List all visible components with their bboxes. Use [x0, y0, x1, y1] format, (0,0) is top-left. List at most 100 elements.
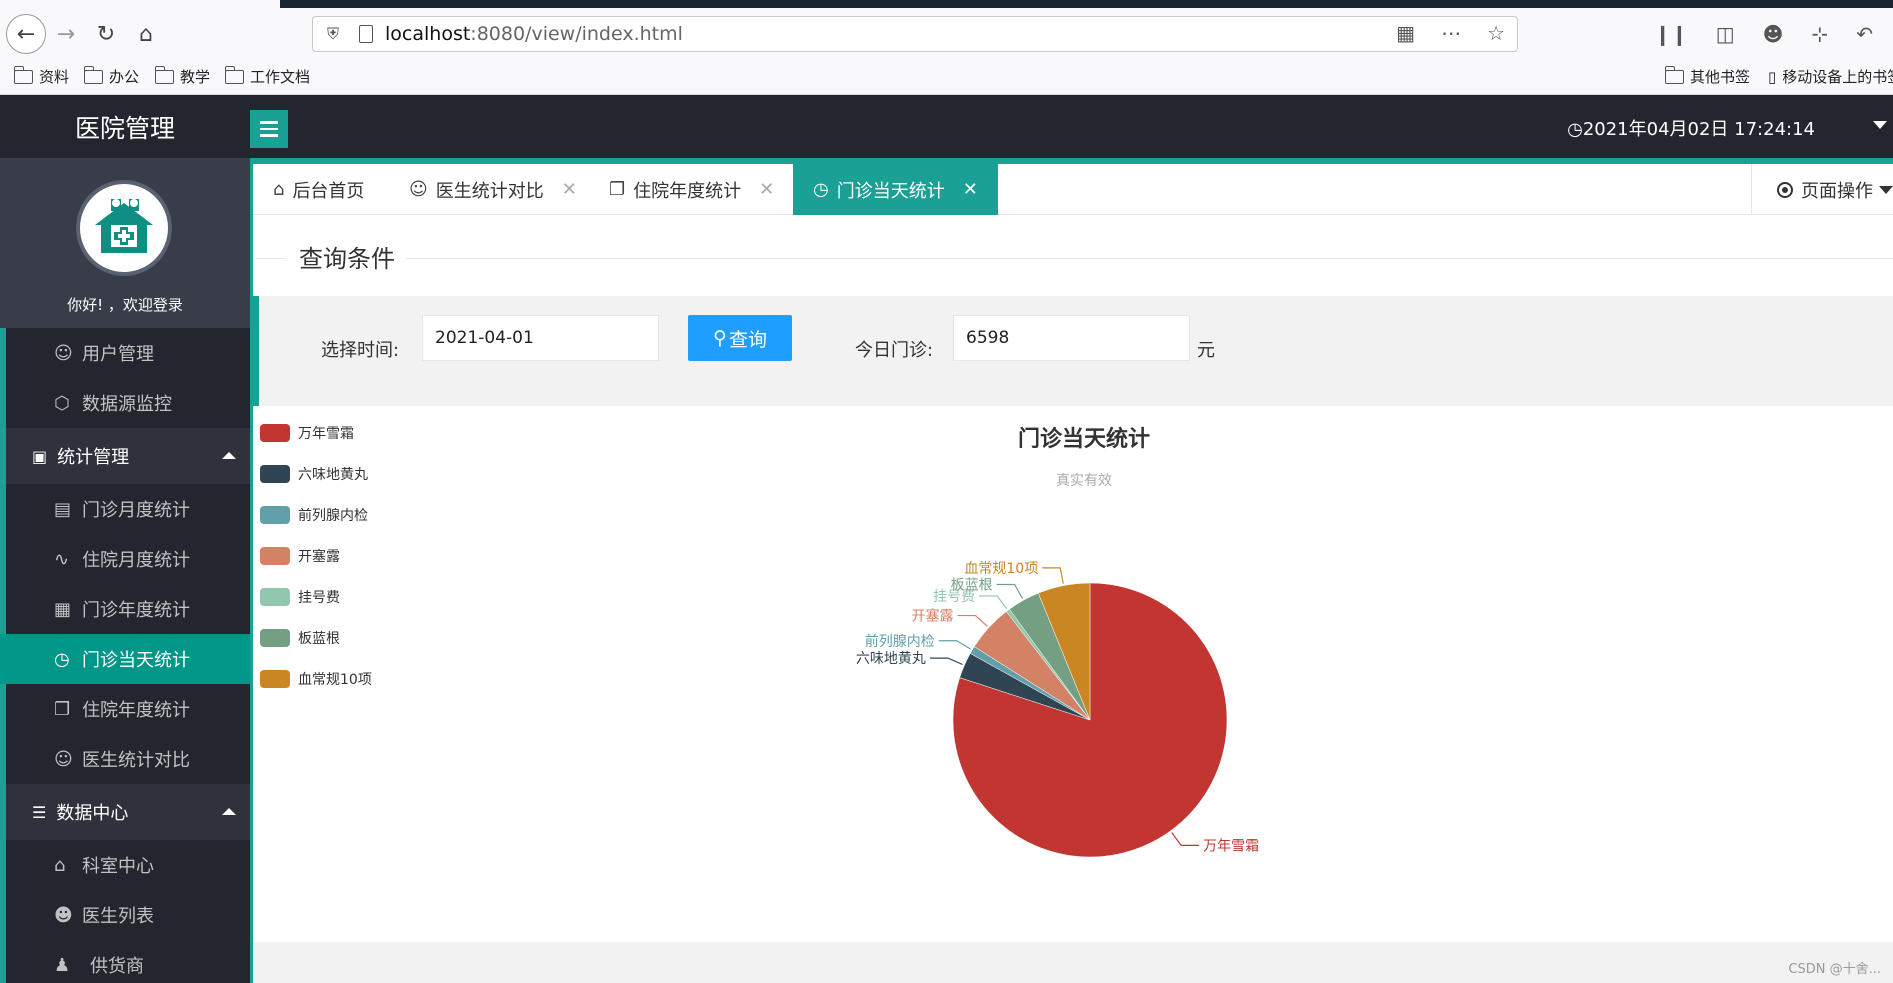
pie-label-line: [929, 657, 963, 666]
query-section-header: 查询条件: [253, 239, 1893, 274]
mobile-icon: ▯: [1768, 67, 1777, 86]
sidebar-menu: ☺ 用户管理 ⬡ 数据源监控 ▣ 统计管理 ▤ 门诊月度统计 ∿ 住院月度统计 …: [0, 328, 250, 983]
more-icon[interactable]: ⋯: [1441, 21, 1461, 45]
bookmark-star-icon[interactable]: ☆: [1487, 21, 1505, 45]
profile-panel: 你好! ，欢迎登录: [0, 158, 250, 334]
pie-label-line: [957, 614, 988, 627]
legend-label: 六味地黄丸: [298, 466, 368, 483]
tab-outpatient-today[interactable]: ◷ 门诊当天统计 ✕: [793, 164, 998, 215]
sidebar-item-doctor-comparison[interactable]: ☺ 医生统计对比: [0, 734, 250, 784]
page-operations-menu[interactable]: 页面操作: [1751, 164, 1893, 215]
address-bar[interactable]: ⛨ localhost:8080/view/index.html ▦ ⋯ ☆: [312, 16, 1518, 52]
hamburger-icon: [260, 121, 278, 124]
back-button[interactable]: ←: [6, 14, 46, 54]
copy-icon: ❐: [54, 698, 71, 720]
sidebar-item-outpatient-yearly[interactable]: ▦ 门诊年度统计: [0, 584, 250, 634]
caret-up-icon: [222, 808, 236, 815]
home-icon: ⌂: [54, 854, 66, 876]
sidebar-item-outpatient-monthly[interactable]: ▤ 门诊月度统计: [0, 484, 250, 534]
sidebar-item-datasource-monitor[interactable]: ⬡ 数据源监控: [0, 378, 250, 428]
user-icon: ☺: [54, 748, 73, 770]
pie-label: 血常规10项: [964, 561, 1038, 577]
pie-label-line: [996, 583, 1023, 599]
unit-label: 元: [1197, 340, 1215, 361]
user-icon: ☺: [409, 179, 428, 200]
bookmark-folder[interactable]: 教学: [154, 65, 210, 87]
library-icon[interactable]: ❙❙: [1654, 22, 1688, 46]
bookmark-folder[interactable]: 资料: [13, 65, 69, 87]
presentation-icon: ▣: [32, 446, 48, 466]
legend-label: 开塞露: [298, 548, 340, 565]
pie-label: 板蓝根: [951, 578, 993, 594]
today-outpatient-input[interactable]: 6598: [953, 315, 1190, 361]
tab-home[interactable]: ⌂ 后台首页: [273, 164, 364, 215]
search-button[interactable]: ⚲ 查询: [688, 315, 792, 361]
clock-icon: ◷: [1567, 119, 1583, 140]
menu-toggle-button[interactable]: [250, 110, 288, 148]
date-label: 选择时间:: [321, 340, 400, 361]
close-icon[interactable]: ✕: [562, 179, 577, 200]
sidebar-item-doctor-list[interactable]: ☻ 医生列表: [0, 890, 250, 940]
close-icon[interactable]: ✕: [759, 179, 774, 200]
folder-icon: [154, 65, 174, 84]
reload-button[interactable]: ↻: [88, 16, 124, 52]
tab-inpatient-yearly[interactable]: ❐ 住院年度统计 ✕: [609, 164, 774, 215]
target-icon: [1777, 181, 1793, 198]
main-content: ⌂ 后台首页 ☺ 医生统计对比 ✕ ❐ 住院年度统计 ✕ ◷ 门诊当天统计 ✕ …: [250, 158, 1893, 983]
legend-label: 挂号费: [298, 590, 340, 606]
hospital-logo: [76, 180, 172, 276]
pie-label: 开塞露: [911, 608, 953, 625]
legend-swatch: [260, 670, 290, 688]
date-input[interactable]: 2021-04-01: [422, 315, 659, 361]
folder-icon: [224, 65, 244, 84]
home-button[interactable]: ⌂: [128, 16, 164, 52]
sidebar-group-statistics[interactable]: ▣ 统计管理: [0, 428, 250, 484]
undo-icon[interactable]: ↶: [1856, 22, 1873, 46]
watermark: CSDN @十舍...: [1788, 962, 1881, 977]
sidebar-item-department-center[interactable]: ⌂ 科室中心: [0, 840, 250, 890]
pie-label-line: [1171, 832, 1200, 846]
cube-icon: ⬡: [54, 392, 70, 414]
sidebar-item-outpatient-today[interactable]: ◷ 门诊当天统计: [0, 634, 250, 684]
account-icon[interactable]: ☻: [1763, 22, 1784, 46]
app-title: 医院管理: [74, 113, 175, 143]
sidebar-item-inpatient-monthly[interactable]: ∿ 住院月度统计: [0, 534, 250, 584]
legend-label: 血常规10项: [298, 672, 372, 688]
header-clock: ◷2021年04月02日 17:24:14: [1567, 119, 1815, 140]
qr-code-icon[interactable]: ▦: [1396, 21, 1415, 45]
document-icon: ☰: [32, 802, 47, 822]
legend-swatch: [260, 424, 290, 442]
browser-chrome: ← → ↻ ⌂ ⛨ localhost:8080/view/index.html…: [0, 0, 1893, 95]
sidebar-group-data-center[interactable]: ☰ 数据中心: [0, 784, 250, 840]
tab-bar: ⌂ 后台首页 ☺ 医生统计对比 ✕ ❐ 住院年度统计 ✕ ◷ 门诊当天统计 ✕ …: [253, 158, 1893, 215]
crop-icon[interactable]: ⊹: [1811, 22, 1828, 46]
pie-label-line: [979, 595, 1008, 610]
sidebar-item-inpatient-yearly[interactable]: ❐ 住院年度统计: [0, 684, 250, 734]
sidebar: 你好! ，欢迎登录 ☺ 用户管理 ⬡ 数据源监控 ▣ 统计管理 ▤ 门诊月度统计…: [0, 158, 250, 983]
folder-icon: [83, 65, 103, 84]
search-icon: ⚲: [713, 327, 727, 349]
window-top-strip: [280, 0, 1893, 8]
forward-button[interactable]: →: [48, 16, 84, 52]
bookmark-folder[interactable]: 工作文档: [224, 65, 310, 87]
clipboard-icon: ▤: [54, 498, 72, 520]
sidebar-item-user-management[interactable]: ☺ 用户管理: [0, 328, 250, 378]
legend-swatch: [260, 588, 290, 606]
legend-label: 板蓝根: [298, 631, 340, 647]
sidebar-item-supplier[interactable]: ♟ 供货商: [0, 940, 250, 983]
user-icon: ☺: [54, 342, 73, 364]
legend-swatch: [260, 465, 290, 483]
pie-label: 万年雪霜: [1203, 838, 1259, 854]
bookmark-mobile[interactable]: ▯ 移动设备上的书签: [1768, 66, 1893, 87]
legend-label: 万年雪霜: [298, 426, 354, 442]
bookmark-folder[interactable]: 其他书签: [1664, 65, 1750, 87]
tab-doctor-comparison[interactable]: ☺ 医生统计对比 ✕: [409, 164, 577, 215]
table-icon: ▦: [54, 598, 72, 620]
shield-icon: ⛨: [327, 24, 340, 43]
home-icon: ⌂: [273, 179, 285, 200]
user-menu-caret-icon[interactable]: [1873, 121, 1887, 129]
close-icon[interactable]: ✕: [963, 179, 978, 200]
sidebar-toggle-icon[interactable]: ◫: [1716, 22, 1735, 46]
legend-swatch: [260, 547, 290, 565]
bookmark-folder[interactable]: 办公: [83, 65, 139, 87]
